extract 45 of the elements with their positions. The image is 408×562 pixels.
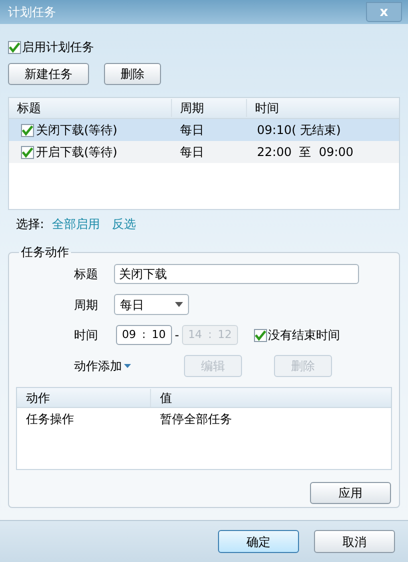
task-period: 每日 [179,122,205,139]
checkbox[interactable] [21,146,34,158]
caret-icon [175,302,183,307]
toolbar-button[interactable]: 新建任务 [8,63,89,85]
selection-label: 选择: [16,216,44,233]
checkbox-label: 启用计划任务 [22,39,94,56]
field-label: 时间 [74,327,98,344]
colon: : [208,326,212,343]
task-row[interactable]: 开启下载(等待) 每日 22:00 至 09:00 [9,141,399,163]
task-period: 每日 [179,144,205,161]
field-label: 标题 [74,266,98,283]
hour-value: 09 [122,326,136,343]
column-header[interactable]: 时间 [247,99,399,117]
period-dropdown[interactable]: 每日 [114,294,189,315]
checkbox[interactable] [21,124,34,136]
minute-value: 12 [218,326,232,343]
field-label: 周期 [74,296,98,314]
task-time: 09:10( 无结束) [256,122,341,139]
column-header[interactable]: 周期 [172,99,247,117]
add-action-menu[interactable]: 动作添加 [74,357,184,375]
caret-icon [124,364,131,368]
hour-value: 14 [188,326,202,343]
table-cell-text: 任务操作 [25,411,75,428]
checkbox-label: 没有结束时间 [268,327,340,344]
checkbox[interactable] [8,40,21,54]
toolbar-button[interactable]: 删除 [104,63,161,85]
apply-button[interactable]: 应用 [310,482,391,504]
dialog-button[interactable]: 取消 [314,530,395,553]
minute-value: 10 [152,326,166,343]
title-field[interactable]: 关闭下载 [114,264,359,284]
column-header[interactable]: 标题 [9,99,172,117]
table-cell-text: 暂停全部任务 [159,411,232,428]
task-title: 关闭下载(等待) [36,122,118,139]
checkbox[interactable] [254,328,267,342]
time-field[interactable]: 09 : 10 [116,325,172,345]
task-row[interactable]: 关闭下载(等待) 每日 09:10( 无结束) [9,119,399,141]
task-title: 开启下载(等待) [36,144,118,161]
dialog-button[interactable]: 确定 [218,530,299,553]
task-time: 22:00 至 09:00 [256,144,354,161]
window-title: 计划任务 [8,4,56,21]
colon: : [142,326,146,343]
column-header[interactable]: 动作 [17,388,151,406]
column-header[interactable]: 值 [151,388,391,406]
group-title: 任务动作 [20,244,70,261]
dash: - [174,327,180,344]
